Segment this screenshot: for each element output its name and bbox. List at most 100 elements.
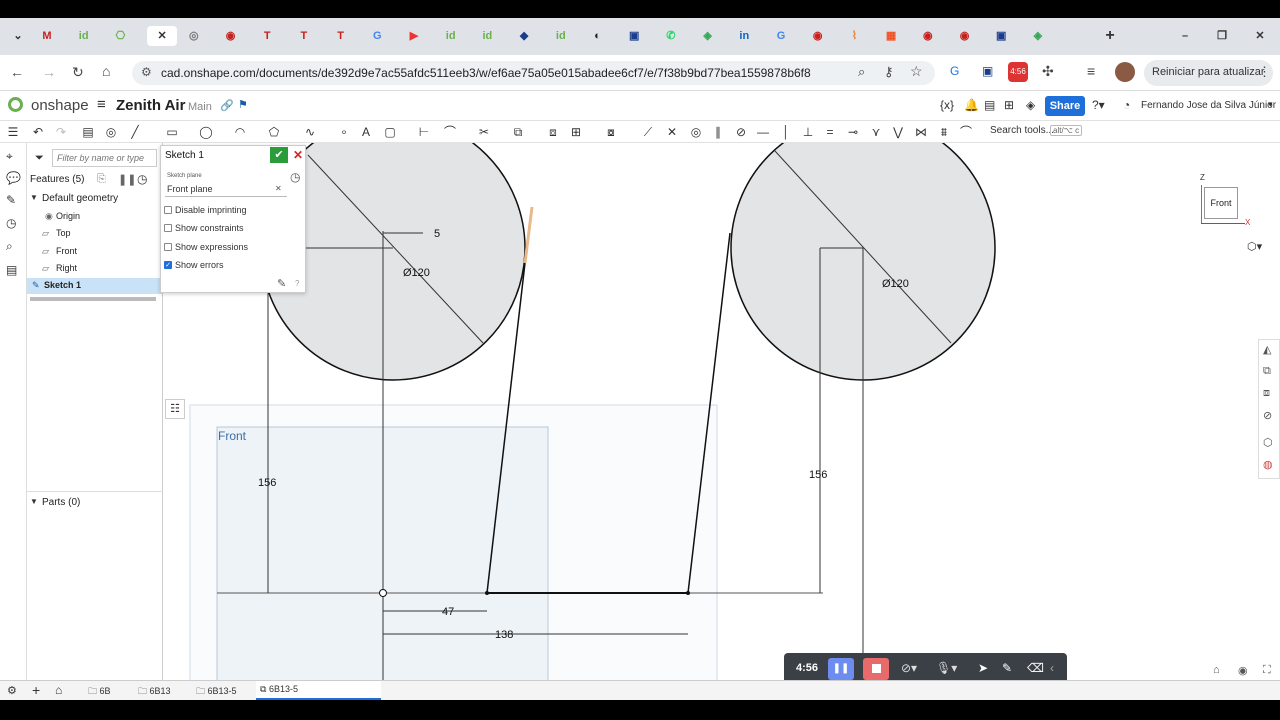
clear-field-icon[interactable]: ✕: [275, 184, 282, 193]
use-icon[interactable]: ◎: [103, 123, 119, 141]
parts-chevron-icon[interactable]: ▼: [30, 497, 38, 506]
url-text[interactable]: cad.onshape.com/documents/de392d9e7ac55a…: [161, 66, 811, 80]
view-cube[interactable]: Z Front X ⬡▾: [1197, 160, 1262, 258]
new-tab-button[interactable]: +: [1100, 26, 1120, 46]
user-menu-chevron-icon[interactable]: ▾: [1268, 99, 1273, 110]
midpoint-icon[interactable]: ⊸: [845, 123, 861, 141]
share-button[interactable]: Share: [1045, 96, 1085, 116]
mic-icon[interactable]: 🎙▾: [936, 661, 957, 675]
browser-tab[interactable]: ✆: [661, 26, 681, 46]
site-info-icon[interactable]: ⚙: [141, 65, 152, 79]
view-cube-face[interactable]: Front: [1204, 187, 1238, 219]
parallel-icon[interactable]: ∥: [710, 123, 726, 141]
timer-icon[interactable]: ◷: [137, 172, 147, 186]
update-button[interactable]: Reiniciar para atualizar: [1144, 60, 1273, 86]
key-icon[interactable]: ⚷: [884, 64, 894, 80]
offset-tool-icon[interactable]: ⧉: [510, 123, 526, 141]
user-name[interactable]: Fernando Jose da Silva Júnior: [1141, 100, 1276, 111]
feature-item[interactable]: ▱ Front: [27, 244, 163, 260]
browser-tab[interactable]: M: [37, 26, 57, 46]
appearance-icon[interactable]: ◭: [1263, 343, 1271, 356]
browser-tab[interactable]: ◈: [1028, 26, 1048, 46]
extension-icon[interactable]: ▣: [982, 64, 993, 78]
tab-search-icon[interactable]: ⌄: [8, 26, 28, 46]
mates-icon[interactable]: ⧈: [1263, 387, 1270, 400]
coincident-icon[interactable]: ✕: [664, 123, 680, 141]
browser-tab[interactable]: id: [551, 26, 571, 46]
browser-tab[interactable]: ◎: [184, 26, 204, 46]
measure-icon[interactable]: ⊘: [1263, 409, 1272, 422]
reload-icon[interactable]: ↻: [72, 64, 84, 81]
cube-icon[interactable]: ⬡: [1263, 436, 1273, 449]
vertical-icon[interactable]: │: [778, 123, 794, 141]
list-rail-icon[interactable]: ▤: [6, 263, 17, 277]
horizontal-icon[interactable]: —: [755, 123, 771, 141]
clipboard-icon[interactable]: ▤: [80, 123, 96, 141]
dimension-tool-icon[interactable]: ⟋: [640, 123, 656, 141]
history-icon[interactable]: ◷: [6, 216, 16, 230]
feature-item[interactable]: ▱ Right: [27, 261, 163, 277]
dialog-option[interactable]: Show expressions: [164, 241, 304, 255]
feature-item[interactable]: ◉ Origin: [27, 209, 163, 225]
mirror-tool-icon[interactable]: ⧈: [545, 123, 561, 141]
dialog-option[interactable]: Show constraints: [164, 222, 304, 236]
redo-icon[interactable]: ↷: [53, 123, 69, 141]
eraser-icon[interactable]: ⌫: [1027, 661, 1044, 675]
dim-label[interactable]: 138: [495, 629, 513, 641]
browser-tab[interactable]: in: [734, 26, 754, 46]
transform-tool-icon[interactable]: ⧇: [603, 123, 619, 141]
document-tab[interactable]: 🗀 6B13-5: [192, 681, 243, 700]
trim-tool-icon[interactable]: ✂: [476, 123, 492, 141]
feature-list-icon[interactable]: ☰: [5, 123, 21, 141]
document-tab[interactable]: 🗀 6B13: [134, 681, 177, 700]
puzzle-icon[interactable]: ✣: [1042, 63, 1054, 80]
hamburger-icon[interactable]: ≡: [97, 96, 106, 113]
dim-label[interactable]: 156: [809, 469, 827, 481]
notes-icon[interactable]: ✎: [6, 193, 16, 207]
arc-tool-icon[interactable]: ◠: [232, 123, 248, 141]
maximize-icon[interactable]: ❐: [1212, 26, 1232, 46]
cancel-x-icon[interactable]: ✕: [291, 147, 305, 163]
omnibox[interactable]: ⚙ cad.onshape.com/documents/de392d9e7ac5…: [132, 61, 935, 85]
normal-icon[interactable]: ⋎: [868, 123, 884, 141]
search-rail-icon[interactable]: ⌕: [6, 239, 13, 254]
highlight-segment[interactable]: [523, 206, 534, 264]
option-checkbox[interactable]: [164, 242, 172, 251]
browser-tab[interactable]: ✕: [147, 26, 178, 46]
variables-icon[interactable]: {x}: [940, 98, 954, 112]
browser-tab[interactable]: ◉: [808, 26, 828, 46]
browser-tab[interactable]: ◐: [588, 26, 608, 46]
circle-tool-icon[interactable]: ◯: [198, 123, 214, 141]
recorder-badge[interactable]: 4:56: [1008, 62, 1028, 82]
symmetric-icon[interactable]: ⋈: [913, 123, 929, 141]
bookmark-star-icon[interactable]: ☆: [910, 63, 923, 80]
sketch-list-icon[interactable]: ☷: [165, 399, 185, 419]
notifications-icon[interactable]: 🔔: [964, 98, 979, 112]
tab-menu-icon[interactable]: ⚙: [7, 684, 17, 697]
document-tab[interactable]: ⧉ 6B13-5: [256, 681, 381, 700]
vertex-point[interactable]: [485, 591, 489, 595]
help-icon[interactable]: ?▾: [1092, 98, 1105, 112]
graduation-icon[interactable]: ⚑: [238, 98, 248, 111]
pierce-icon[interactable]: ⋁: [890, 123, 906, 141]
feature-filter-input[interactable]: [52, 149, 157, 167]
dim-label[interactable]: Ø120: [403, 267, 430, 279]
collapse-icon[interactable]: ‹: [1050, 661, 1054, 675]
dim-label[interactable]: Ø120: [882, 278, 909, 290]
sketch-drawing[interactable]: Front 5 Ø120 Ø120 156 156 47 138: [163, 143, 1280, 680]
view-tool-icon[interactable]: ⌂: [1213, 664, 1220, 676]
browser-tab[interactable]: ▣: [991, 26, 1011, 46]
chevron-down-icon[interactable]: ▼: [30, 193, 38, 202]
spline-tool-icon[interactable]: ∿: [302, 123, 318, 141]
translate-icon[interactable]: G: [950, 64, 959, 78]
option-checkbox[interactable]: [164, 224, 172, 233]
browser-tab[interactable]: ◉: [221, 26, 241, 46]
reset-icon[interactable]: ◷: [290, 170, 300, 184]
camera-off-icon[interactable]: ⊘▾: [901, 661, 917, 675]
midpoint-line-icon[interactable]: ⊢: [416, 123, 432, 141]
browser-tab[interactable]: ▦: [881, 26, 901, 46]
line-tool-icon[interactable]: ╱: [127, 123, 143, 141]
fillet-tool-icon[interactable]: ⌒: [442, 123, 458, 141]
browser-tab[interactable]: G: [771, 26, 791, 46]
feature-item[interactable]: ✎ Sketch 1: [27, 278, 163, 295]
